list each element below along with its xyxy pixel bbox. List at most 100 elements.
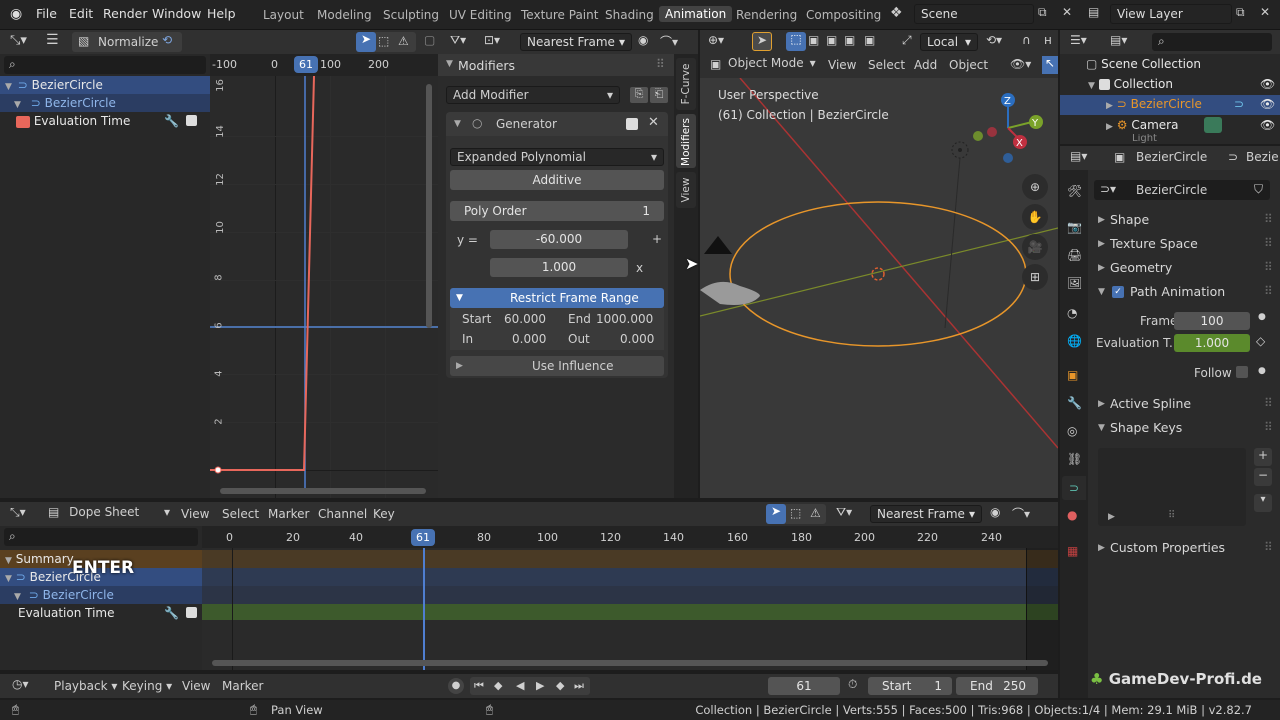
close-icon[interactable]: ✕ <box>648 115 659 130</box>
menu-edit[interactable]: Edit <box>69 6 93 21</box>
snap-icon[interactable]: ∩ <box>1022 33 1031 47</box>
eye-icon[interactable]: 👁 <box>1260 116 1275 134</box>
expand-icon[interactable]: ▶ <box>456 361 463 371</box>
render-tab-icon[interactable]: 📷 <box>1067 220 1082 234</box>
jump-end-icon[interactable]: ⏭ <box>574 677 584 695</box>
tool-tab-icon[interactable]: 🛠 <box>1067 184 1082 198</box>
dopesheet-channel-data[interactable]: ▼ ⊃ BezierCircle <box>0 586 202 604</box>
follow-checkbox[interactable] <box>1236 366 1248 378</box>
select-tool-icon[interactable]: ➤ <box>752 32 772 51</box>
outliner-collection[interactable]: ▼ Collection 👁 <box>1060 75 1280 93</box>
delete-view-layer-icon[interactable]: ✕ <box>1260 5 1270 19</box>
end-frame-field[interactable]: End 250 <box>956 677 1038 695</box>
restrict-frame-range-header[interactable]: ▼ Restrict Frame Range <box>450 288 664 308</box>
stopwatch-icon[interactable]: ⏱ <box>848 677 857 692</box>
add-modifier-dropdown[interactable]: Add Modifier ▾ <box>446 86 620 104</box>
editor-type-icon[interactable]: ☰▾ <box>1070 33 1087 47</box>
expand-icon[interactable]: ▼ <box>5 82 12 92</box>
viewport-menu-select[interactable]: Select <box>868 58 905 72</box>
refresh-icon[interactable]: ⟲ <box>162 33 172 47</box>
jump-start-icon[interactable]: ⏮ <box>474 677 484 695</box>
3d-viewport[interactable]: ⊕▾ ➤ ⬚ ▣ ▣ ▣ ▣ ⤢ Local ▾ ⟲▾ ∩ ʜ ▣ Object … <box>700 30 1058 498</box>
dopesheet-snap-dropdown[interactable]: Nearest Frame ▾ <box>870 505 982 523</box>
vertical-scrollbar[interactable] <box>426 84 432 328</box>
dopesheet-menu-marker[interactable]: Marker <box>268 507 309 521</box>
collapse-icon[interactable]: ▼ <box>456 293 463 303</box>
filter-icon[interactable]: ⛛▾ <box>836 505 852 520</box>
editor-type-icon[interactable]: ◷▾ <box>12 677 29 691</box>
current-frame-field[interactable]: 61 <box>768 677 840 695</box>
outliner-light[interactable]: Light <box>1060 134 1280 144</box>
section-active-spline[interactable]: ▶ Active Spline ⠿ <box>1088 392 1280 416</box>
outliner-scene-collection[interactable]: ▢ Scene Collection <box>1060 55 1280 73</box>
editor-type-icon[interactable]: ⤡▾ <box>10 505 26 520</box>
graph-channel-search[interactable]: ⌕ <box>4 56 206 74</box>
editor-type-icon[interactable]: ▤▾ <box>1070 149 1087 163</box>
view-layer-icon[interactable]: ▤ <box>1088 5 1099 19</box>
dopesheet-search[interactable]: ⌕ <box>4 528 198 546</box>
start-value-field[interactable]: 60.000 <box>504 312 546 326</box>
dopesheet-menu-channel[interactable]: Channel <box>318 507 367 521</box>
menu-file[interactable]: File <box>36 6 57 21</box>
tab-view[interactable]: View <box>676 172 696 208</box>
coefficient-0-field[interactable]: -60.000 <box>490 230 628 249</box>
dopesheet-mode-dropdown[interactable]: ▤ Dope Sheet ▾ <box>48 505 170 523</box>
section-path-animation[interactable]: ▼ ✓ Path Animation ⠿ <box>1088 280 1280 304</box>
graph-channel-object[interactable]: ▼ ⊃ BezierCircle <box>0 76 210 94</box>
physics-tab-icon[interactable]: ◎ <box>1067 424 1077 438</box>
wrench-icon[interactable]: 🔧 <box>164 604 179 622</box>
play-icon[interactable]: ▶ <box>536 677 544 695</box>
select-cursor-icon[interactable]: ➤ <box>766 504 786 524</box>
dopesheet-menu-key[interactable]: Key <box>373 507 395 521</box>
collection-checkbox[interactable] <box>1098 79 1110 90</box>
falloff-icon[interactable]: ⌒▾ <box>660 33 678 50</box>
world-tab-icon[interactable]: 🌐 <box>1067 334 1082 348</box>
tab-fcurve[interactable]: F-Curve <box>676 58 696 110</box>
snap-dropdown[interactable]: Nearest Frame ▾ <box>520 33 632 51</box>
keyframe-point[interactable] <box>214 466 222 474</box>
animated-diamond-icon[interactable]: ◇ <box>1256 334 1265 348</box>
pivot-icon[interactable]: ⊡▾ <box>484 33 500 47</box>
wrench-icon[interactable]: 🔧 <box>164 112 179 130</box>
graph-channel-fcurve[interactable]: Evaluation Time 🔧 <box>0 112 210 130</box>
section-shape-keys[interactable]: ▼ Shape Keys ⠿ <box>1088 416 1280 440</box>
visibility-icon[interactable]: 👁▾ <box>1010 57 1031 71</box>
menu-help[interactable]: Help <box>207 6 236 21</box>
dopesheet-menu-view[interactable]: View <box>181 507 209 521</box>
viewport-menu-add[interactable]: Add <box>914 58 937 72</box>
texture-tab-icon[interactable]: ▦ <box>1067 544 1078 558</box>
section-custom-properties[interactable]: ▶ Custom Properties ⠿ <box>1088 536 1280 560</box>
dopesheet-ruler[interactable]: 0 20 40 61 80 100 120 140 160 180 200 22… <box>202 526 1058 548</box>
remove-shape-key-button[interactable]: − <box>1254 468 1272 486</box>
object-mode-dropdown[interactable]: Object Mode ▾ <box>728 56 816 74</box>
navigation-gizmo[interactable]: Z Y X <box>968 88 1048 168</box>
scene-icon[interactable]: ❖ <box>890 5 903 21</box>
expand-icon[interactable]: ▼ <box>14 100 21 110</box>
delete-scene-icon[interactable]: ✕ <box>1062 5 1072 19</box>
box-select-icon[interactable]: ⬚ <box>790 506 801 520</box>
camera-mesh[interactable] <box>700 281 760 305</box>
dopesheet-channel-fcurve[interactable]: Evaluation Time 🔧 <box>0 604 202 622</box>
next-keyframe-icon[interactable]: ◆ <box>556 677 564 695</box>
path-animation-checkbox[interactable]: ✓ <box>1112 286 1124 298</box>
section-geometry[interactable]: ▶ Geometry ⠿ <box>1088 256 1280 280</box>
out-value-field[interactable]: 0.000 <box>620 332 654 346</box>
select-intersect-icon[interactable]: ▣ <box>864 33 875 47</box>
bezier-circle[interactable] <box>729 201 1027 347</box>
select-cursor-icon[interactable]: ➤ <box>356 32 376 52</box>
horizontal-scrollbar[interactable] <box>212 660 1048 666</box>
warning-icon[interactable]: ⚠ <box>398 34 409 48</box>
tab-modifiers[interactable]: Modifiers <box>676 114 696 168</box>
eye-icon[interactable]: 👁 <box>1260 75 1275 93</box>
prev-keyframe-icon[interactable]: ◆ <box>494 677 502 695</box>
generator-header[interactable]: ▼ ○ Generator ✕ <box>446 112 668 136</box>
fcurve-plot[interactable] <box>210 54 438 498</box>
warning-icon[interactable]: ⚠ <box>810 506 821 520</box>
proportional-edit-icon[interactable]: ʜ <box>1044 33 1052 47</box>
dopesheet-menu-select[interactable]: Select <box>222 507 259 521</box>
object-tab-icon[interactable]: ▣ <box>1067 368 1078 382</box>
in-value-field[interactable]: 0.000 <box>512 332 546 346</box>
tab-sculpting[interactable]: Sculpting <box>380 8 442 22</box>
outliner-search[interactable]: ⌕ <box>1152 33 1272 51</box>
mute-checkbox[interactable] <box>626 118 638 130</box>
